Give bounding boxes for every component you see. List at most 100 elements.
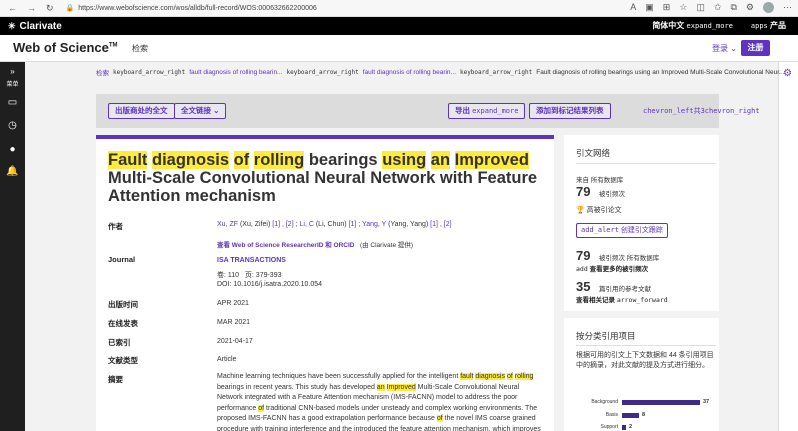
clarivate-logo-icon: ✳ — [8, 20, 16, 31]
abstract-label: 摘要 — [108, 375, 123, 384]
author-link[interactable]: Yang, Y — [362, 221, 386, 228]
abstract-text: Machine learning techniques have been su… — [217, 373, 541, 431]
expand-sidebar-icon[interactable]: » — [0, 67, 25, 76]
create-citation-alert-button[interactable]: add_alert 创建引文跟踪 — [576, 223, 668, 238]
times-cited-count[interactable]: 79 — [576, 184, 590, 199]
trophy-icon: 🏆 — [576, 207, 585, 214]
sidebar-menu-label: 菜单 — [6, 82, 19, 88]
apps-install-icon[interactable]: ⊞ — [663, 2, 671, 13]
breadcrumb-home[interactable]: 检索 — [96, 67, 109, 77]
indexed-date: 2021-04-17 — [217, 338, 253, 345]
classified-title: 按分类引用项目 — [576, 331, 636, 341]
register-button[interactable]: 注册 — [741, 40, 770, 56]
breadcrumb: 检索 keyboard_arrow_right fault diagnosis … — [96, 67, 784, 78]
record-toolbar: 出版商处的全文 全文链接 ⌄ 导出 expand_more 添加到标记结果列表 … — [96, 94, 760, 128]
category-bar-row[interactable]: Background 37 — [576, 399, 716, 407]
left-sidebar: » 菜单 ▭ ◷ ● 🔔 — [0, 62, 25, 431]
breadcrumb-results-2[interactable]: fault diagnosis of rolling bearin... — [363, 69, 456, 76]
more-times-cited-link[interactable]: add 查看更多的被引频次 — [576, 263, 648, 273]
category-label: Support — [600, 424, 618, 430]
classified-description: 根据可用的引文上下文数据和 44 条引用项目中的摘录，对此文献的提及方式进行细分… — [576, 352, 714, 369]
login-menu[interactable]: 登录 ⌄ — [712, 43, 737, 54]
early-access: MAR 2021 — [217, 319, 251, 326]
right-rail: ⚙ — [778, 62, 798, 431]
browser-toolbar: ← → ↻ 🔒 https://www.webofscience.com/wos… — [0, 0, 798, 17]
user-icon[interactable]: ● — [0, 144, 25, 155]
citation-network-title: 引文网络 — [576, 148, 611, 158]
category-bar-row[interactable]: Basis 8 — [576, 412, 716, 420]
researcher-id-link[interactable]: 查看 Web of Science ResearcherID 和 ORCID — [217, 242, 355, 249]
history-icon[interactable]: ◷ — [0, 120, 25, 131]
journal-label: Journal — [108, 255, 136, 264]
chevron-right-icon: keyboard_arrow_right — [286, 68, 359, 76]
wos-header: Web of ScienceTM 检索 登录 ⌄ 注册 — [0, 35, 798, 62]
split-screen-icon[interactable]: ◫ — [696, 2, 705, 13]
url-text: https://www.webofscience.com/wos/alldb/f… — [78, 4, 317, 12]
more-icon[interactable]: ⋯ — [783, 2, 792, 13]
language-selector[interactable]: 简体中文 expand_more — [652, 20, 733, 31]
classified-citations-card: 按分类引用项目 根据可用的引文上下文数据和 44 条引用项目中的摘录，对此文献的… — [564, 318, 719, 431]
volume-pages: 卷: 110 页: 379-393 — [217, 272, 282, 279]
add-to-marked-list-button[interactable]: 添加到标记结果列表 — [529, 103, 611, 119]
fulltext-links-button[interactable]: 全文链接 ⌄ — [174, 103, 227, 119]
reload-icon[interactable]: ↻ — [46, 3, 54, 14]
record-pager[interactable]: chevron_left共3chevron_right — [643, 106, 760, 116]
folder-icon[interactable]: ▭ — [0, 97, 25, 108]
category-count: 2 — [629, 424, 633, 430]
divider — [576, 163, 716, 164]
screenshot-icon[interactable]: ▣ — [645, 2, 654, 13]
category-bar — [622, 425, 626, 430]
products-menu[interactable]: apps 产品 — [751, 20, 786, 31]
category-count: 8 — [642, 412, 646, 418]
author-link[interactable]: Xu, ZF — [217, 221, 238, 228]
all-db-cited-count[interactable]: 79 — [576, 248, 590, 263]
export-button[interactable]: 导出 expand_more — [448, 103, 526, 119]
pub-date-label: 出版时间 — [108, 300, 138, 309]
favorite-icon[interactable]: ☆ — [679, 2, 687, 13]
export-expand-icon: expand_more — [472, 107, 519, 115]
journal-link[interactable]: ISA TRANSACTIONS — [217, 257, 286, 264]
arrow-forward-icon: arrow_forward — [616, 296, 668, 304]
times-cited-label: 被引频次 — [599, 191, 625, 198]
bell-icon[interactable]: 🔔 — [0, 166, 25, 177]
authors-label: 作者 — [108, 222, 123, 231]
extensions-icon[interactable]: ⚙ — [746, 2, 754, 13]
author-link[interactable]: Li, C — [300, 221, 314, 228]
profile-avatar[interactable] — [763, 2, 774, 13]
wos-logo[interactable]: Web of ScienceTM — [13, 40, 118, 55]
clarivate-bar: ✳ Clarivate 简体中文 expand_more apps 产品 — [0, 17, 798, 35]
back-icon[interactable]: ← — [8, 3, 17, 14]
highly-cited-badge: 🏆 高被引论文 — [576, 207, 622, 214]
address-bar[interactable]: 🔒 https://www.webofscience.com/wos/alldb… — [66, 4, 317, 13]
category-bar — [622, 413, 639, 418]
favorites-icon[interactable]: ✩ — [714, 2, 722, 13]
all-db-cited-label: 被引频次 所有数据库 — [599, 255, 660, 262]
forward-icon[interactable]: → — [27, 3, 36, 14]
collections-icon[interactable]: ⧉ — [730, 2, 736, 13]
doi: DOI: 10.1016/j.isatra.2020.10.054 — [217, 281, 323, 288]
pub-date: APR 2021 — [217, 300, 249, 307]
indexed-label: 已索引 — [108, 338, 131, 347]
breadcrumb-results-1[interactable]: fault diagnosis of rolling bearin... — [189, 69, 282, 76]
doc-type-label: 文献类型 — [108, 356, 138, 365]
references-count[interactable]: 35 — [576, 279, 590, 294]
search-nav-link[interactable]: 检索 — [132, 43, 148, 54]
divider — [576, 345, 716, 346]
record-title: Fault diagnosis of rolling bearings usin… — [108, 151, 538, 205]
category-label: Basis — [605, 412, 618, 418]
citation-network-card: 引文网络 来自 所有数据库 79 被引频次 🏆 高被引论文 add_alert … — [564, 135, 719, 311]
clarivate-logo[interactable]: ✳ Clarivate — [8, 21, 62, 32]
publisher-fulltext-button[interactable]: 出版商处的全文 — [108, 103, 175, 119]
record-card: Fault diagnosis of rolling bearings usin… — [96, 135, 554, 431]
read-aloud-icon[interactable]: A — [630, 2, 636, 13]
doc-type: Article — [217, 356, 237, 363]
related-records-link[interactable]: 查看相关记录 arrow_forward — [576, 294, 668, 304]
category-bar — [622, 400, 700, 405]
category-bar-row[interactable]: Support 2 — [576, 424, 716, 431]
chevron-right-icon: keyboard_arrow_right — [459, 68, 533, 76]
early-access-label: 在线发表 — [108, 319, 138, 328]
category-count: 37 — [703, 399, 710, 405]
category-label: Background — [591, 399, 618, 405]
citation-source: 来自 所有数据库 — [576, 177, 624, 184]
references-label: 篇引用的参考文献 — [599, 286, 651, 293]
